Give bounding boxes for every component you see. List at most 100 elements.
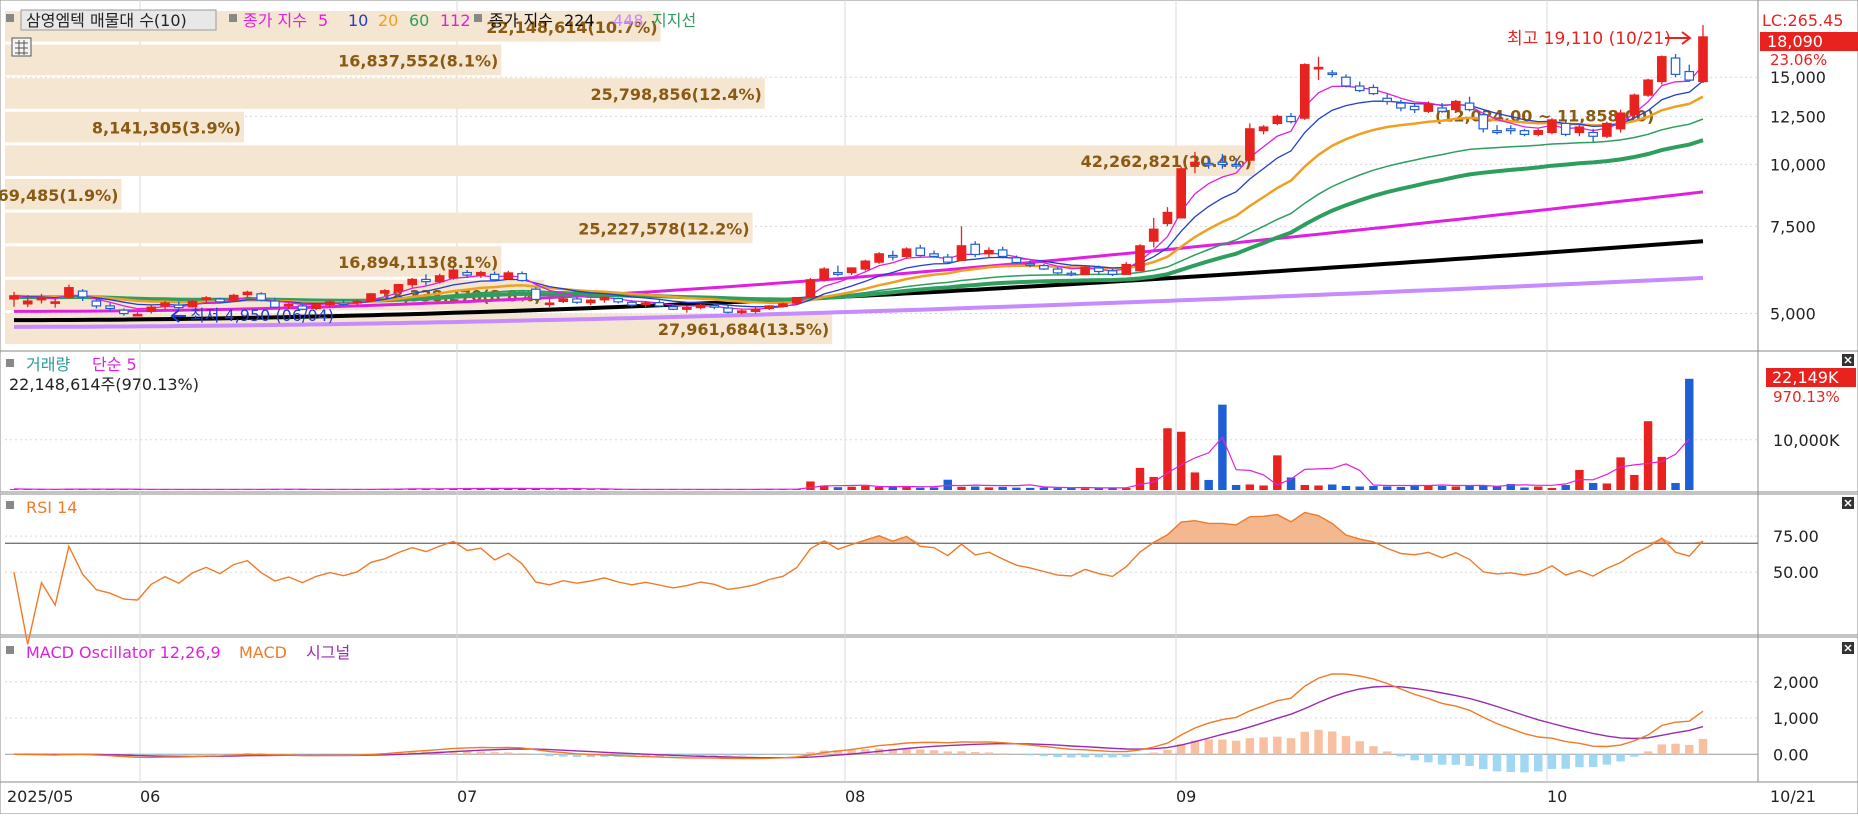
volume-bar (1534, 486, 1542, 490)
candle-body (381, 291, 389, 293)
candle-body (683, 308, 691, 310)
candle-body (1314, 67, 1322, 69)
volume-profile-label: 3,869,485(1.9%) (0, 186, 118, 205)
price-tick-label: 15,000 (1770, 68, 1826, 87)
macd-oscillator-bar (1383, 751, 1391, 754)
rsi-close-icon[interactable] (1842, 497, 1854, 509)
panel-handle-icon[interactable] (6, 14, 14, 22)
macd-oscillator-bar (957, 751, 965, 754)
x-axis-label: 10 (1547, 787, 1567, 806)
candle-body (1328, 73, 1336, 75)
candle-body (257, 294, 265, 300)
volume-panel-handle-icon[interactable] (6, 359, 14, 367)
candle-body (106, 306, 114, 309)
macd-oscillator-bar (559, 754, 567, 756)
candle-body (1383, 98, 1391, 101)
candle-body (930, 254, 938, 257)
candle-body (765, 306, 773, 309)
volume-bar (1218, 405, 1226, 490)
volume-bar (1452, 486, 1460, 490)
candle-body (92, 301, 100, 306)
candle-body (998, 250, 1006, 257)
candle-body (1616, 113, 1624, 129)
ma-legend-448: 448 (613, 11, 644, 30)
candle-body (724, 308, 732, 312)
candle-body (710, 306, 718, 308)
volume-bar (971, 487, 979, 490)
x-axis-label: 2025/05 (7, 787, 73, 806)
rsi-panel-handle-icon[interactable] (6, 501, 14, 509)
candle-body (243, 292, 251, 294)
candle-body (1095, 268, 1103, 272)
chart-canvas: 5,0007,50010,00012,50015,00022,148,614(1… (0, 0, 1858, 814)
volume-current-pct: 970.13% (1773, 388, 1840, 406)
candle-body (504, 273, 512, 279)
rsi-legend: RSI 14 (26, 498, 77, 517)
volume-bar (1548, 488, 1556, 490)
volume-legend-ma: 단순 5 (92, 355, 137, 374)
candle-body (65, 288, 73, 297)
candle-body (1369, 87, 1377, 93)
ma-legend-icon[interactable] (229, 14, 237, 22)
candle-body (1685, 72, 1693, 81)
macd-oscillator-bar (504, 752, 512, 754)
volume-bar (559, 489, 567, 490)
volume-bar (861, 486, 869, 490)
volume-profile-label: 25,227,578(12.2%) (578, 219, 749, 238)
macd-oscillator-bar (1644, 751, 1652, 754)
candle-body (1150, 229, 1158, 241)
legend-title: 삼영엠텍 매물대 수(10) (26, 11, 187, 30)
candle-body (1081, 267, 1089, 274)
macd-oscillator-bar (1658, 744, 1666, 754)
macd-oscillator-bar (1410, 754, 1418, 760)
candle-body (24, 301, 32, 304)
macd-close-icon[interactable] (1842, 642, 1854, 654)
candle-body (449, 270, 457, 278)
macd-oscillator-bar (573, 754, 581, 757)
long-ma-legend-icon[interactable] (474, 14, 482, 22)
candle-body (229, 295, 237, 300)
candle-body (669, 307, 677, 310)
volume-bar (1355, 486, 1363, 490)
price-tick-label: 7,500 (1770, 217, 1816, 236)
volume-bar (587, 489, 595, 490)
candle-body (477, 273, 485, 276)
macd-oscillator-bar (1603, 754, 1611, 764)
volume-bar (1314, 485, 1322, 490)
macd-oscillator-bar (710, 754, 718, 755)
candle-body (1053, 269, 1061, 273)
volume-bar (1369, 486, 1377, 490)
candle-body (1259, 127, 1267, 131)
candle-body (889, 255, 897, 257)
candle-body (161, 303, 169, 306)
macd-tick-label: 0.00 (1773, 745, 1809, 764)
price-tick-label: 10,000 (1770, 155, 1826, 174)
macd-oscillator-bar (1438, 754, 1446, 764)
volume-tick-label: 10,000K (1773, 431, 1840, 450)
macd-oscillator-bar (1616, 754, 1624, 761)
volume-bar (1342, 486, 1350, 490)
volume-current: 22,149K (1772, 368, 1839, 387)
macd-oscillator-bar (490, 752, 498, 754)
macd-oscillator-bar (944, 751, 952, 754)
candle-body (696, 305, 704, 307)
macd-oscillator-bar (1246, 738, 1254, 754)
rsi-tick-label: 50.00 (1773, 563, 1819, 582)
macd-oscillator-bar (175, 754, 183, 755)
candle-body (1355, 86, 1363, 91)
volume-bar (1136, 468, 1144, 490)
volume-bar (1424, 486, 1432, 490)
candle-body (655, 303, 663, 306)
candle-body (820, 269, 828, 280)
candle-body (1177, 169, 1185, 218)
macd-panel-handle-icon[interactable] (6, 646, 14, 654)
candle-body (1163, 212, 1171, 223)
macd-oscillator-bar (916, 749, 924, 754)
macd-oscillator-bar (1575, 754, 1583, 767)
volume-bar (1150, 477, 1158, 490)
candle-body (1067, 273, 1075, 275)
candle-body (628, 302, 636, 305)
volume-close-icon[interactable] (1842, 354, 1854, 366)
macd-oscillator-bar (1053, 754, 1061, 757)
candle-body (1273, 116, 1281, 123)
